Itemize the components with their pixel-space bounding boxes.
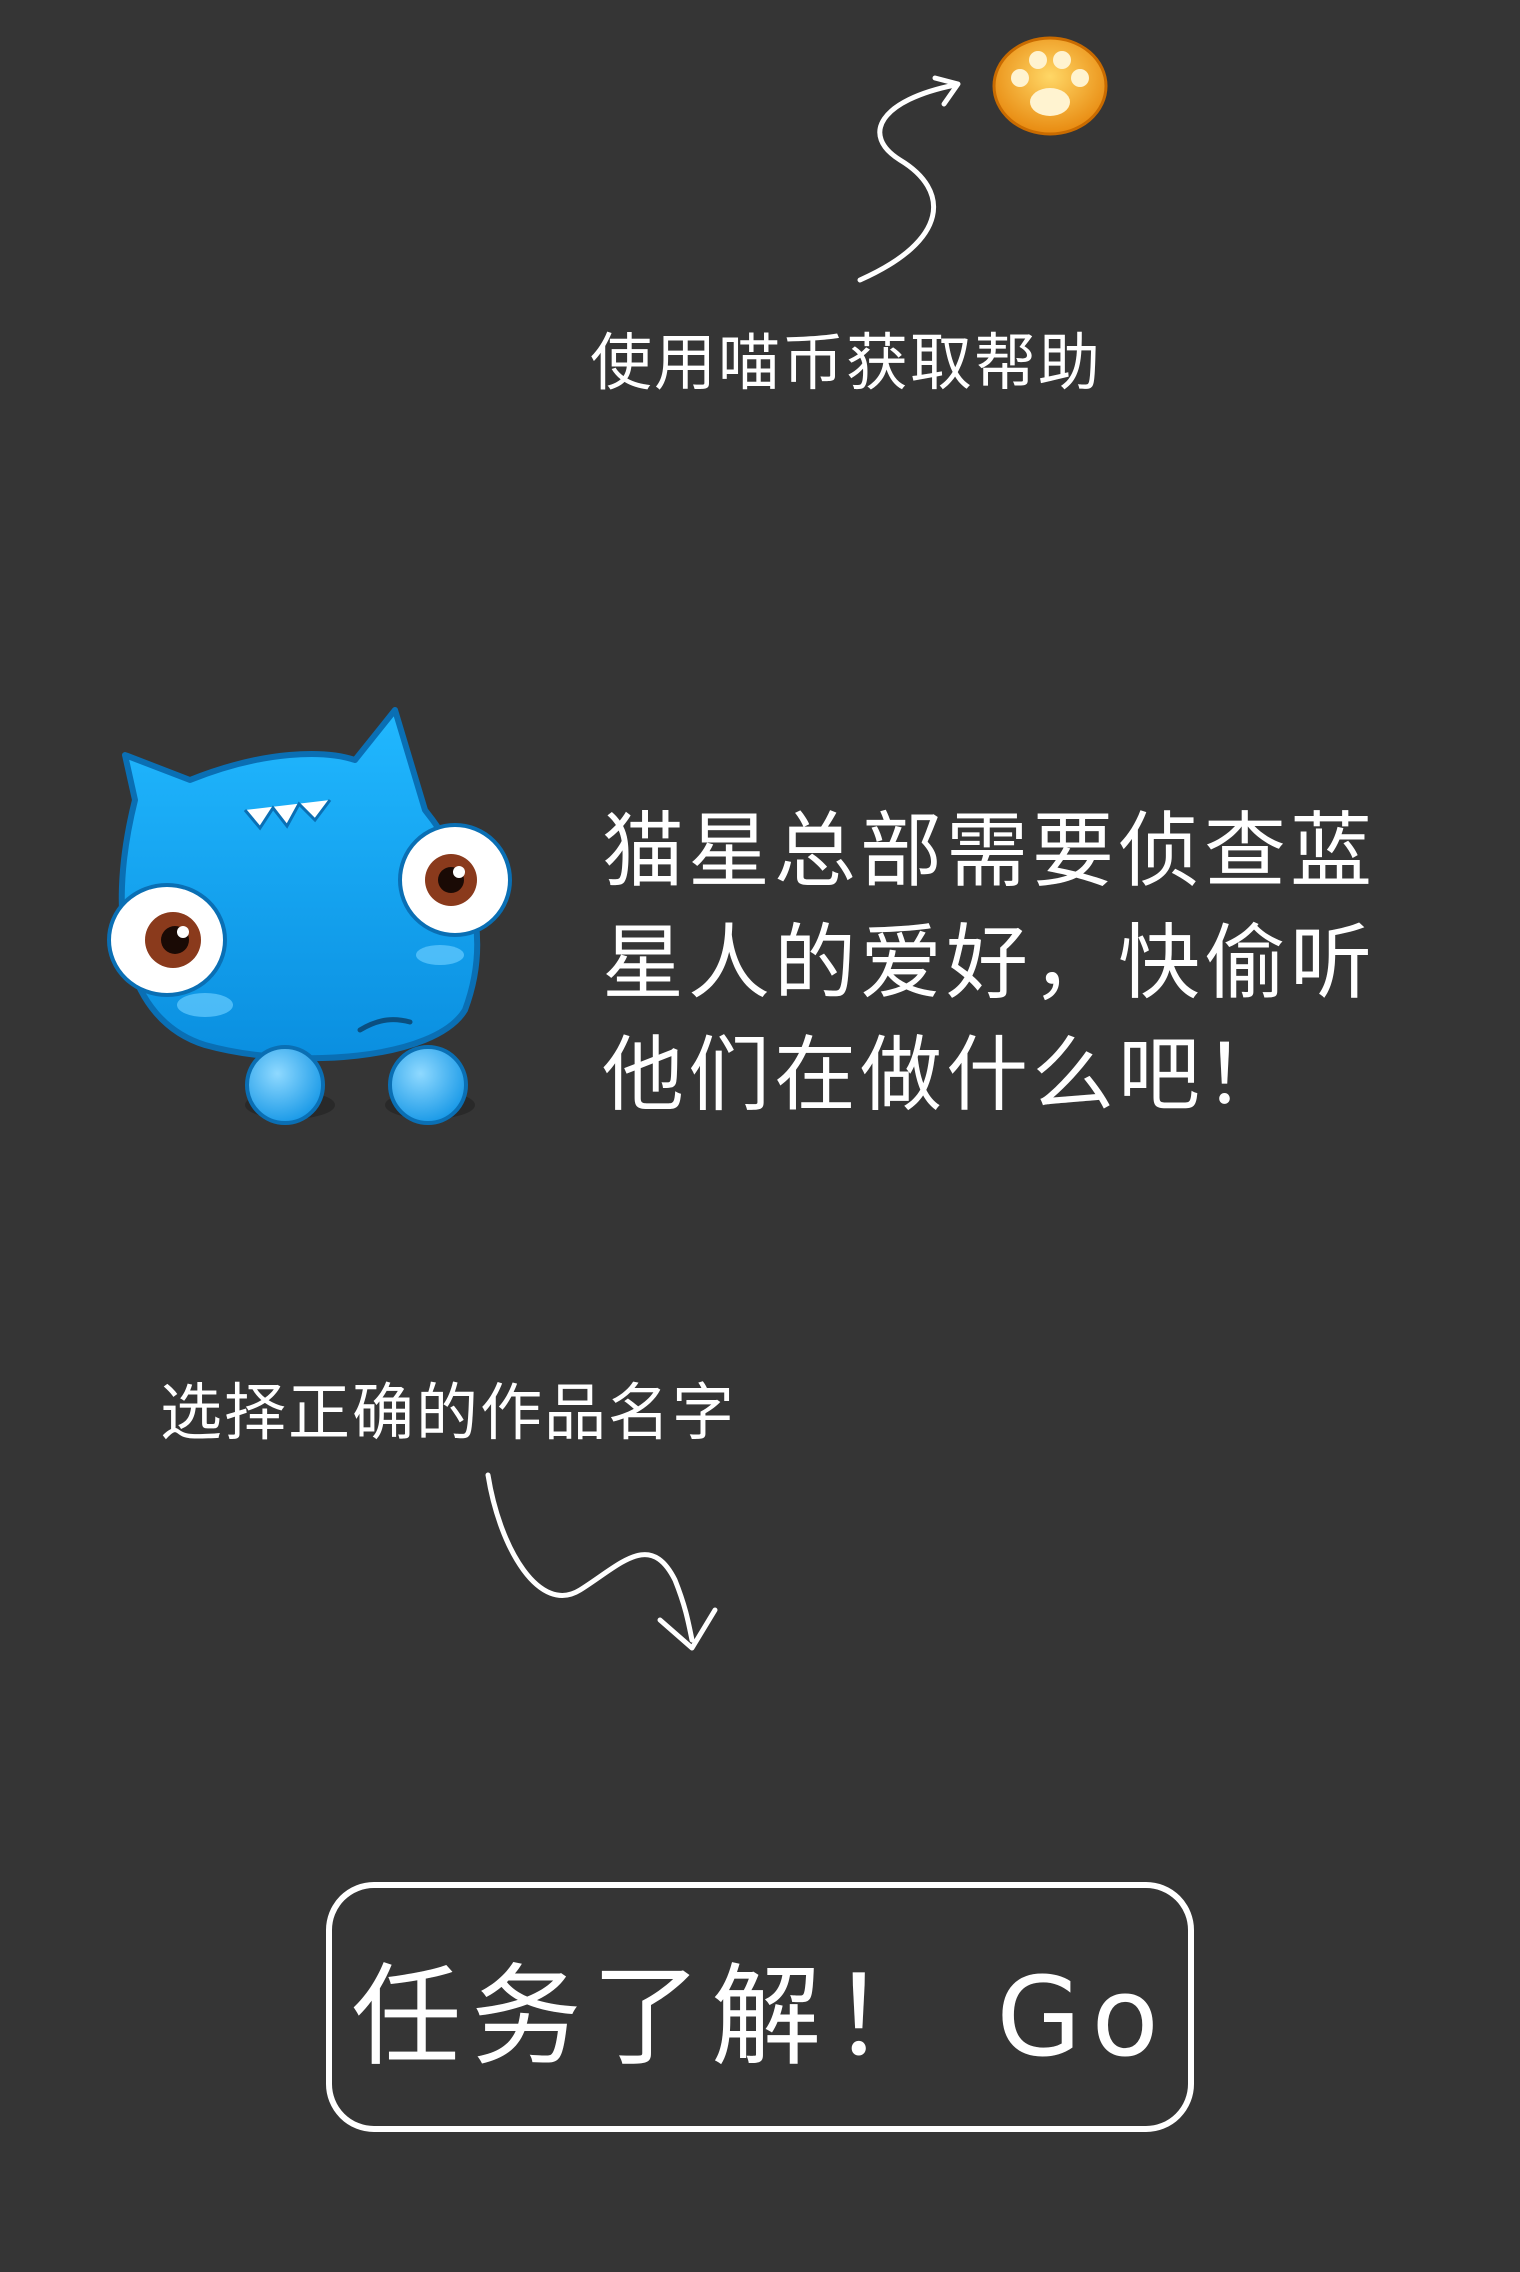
paw-coin-icon[interactable] xyxy=(990,28,1110,138)
curved-arrow-up-icon xyxy=(840,70,980,300)
mission-go-button[interactable]: 任务了解！ Go xyxy=(326,1882,1194,2132)
go-button-label: 任务了解！ Go xyxy=(351,1953,1169,2081)
mission-line: 猫星总部需要侦查蓝 xyxy=(602,804,1377,899)
mission-description: 猫星总部需要侦查蓝 星人的爱好，快偷听 他们在做什么吧！ xyxy=(602,796,1422,1132)
mission-line: 他们在做什么吧！ xyxy=(602,1028,1291,1123)
choose-title-hint: 选择正确的作品名字 xyxy=(160,1376,737,1449)
mission-line: 星人的爱好，快偷听 xyxy=(602,916,1377,1011)
curved-arrow-down-icon xyxy=(470,1470,730,1670)
blue-cat-mascot xyxy=(95,700,555,1150)
coin-help-hint: 使用喵币获取帮助 xyxy=(590,326,1103,399)
